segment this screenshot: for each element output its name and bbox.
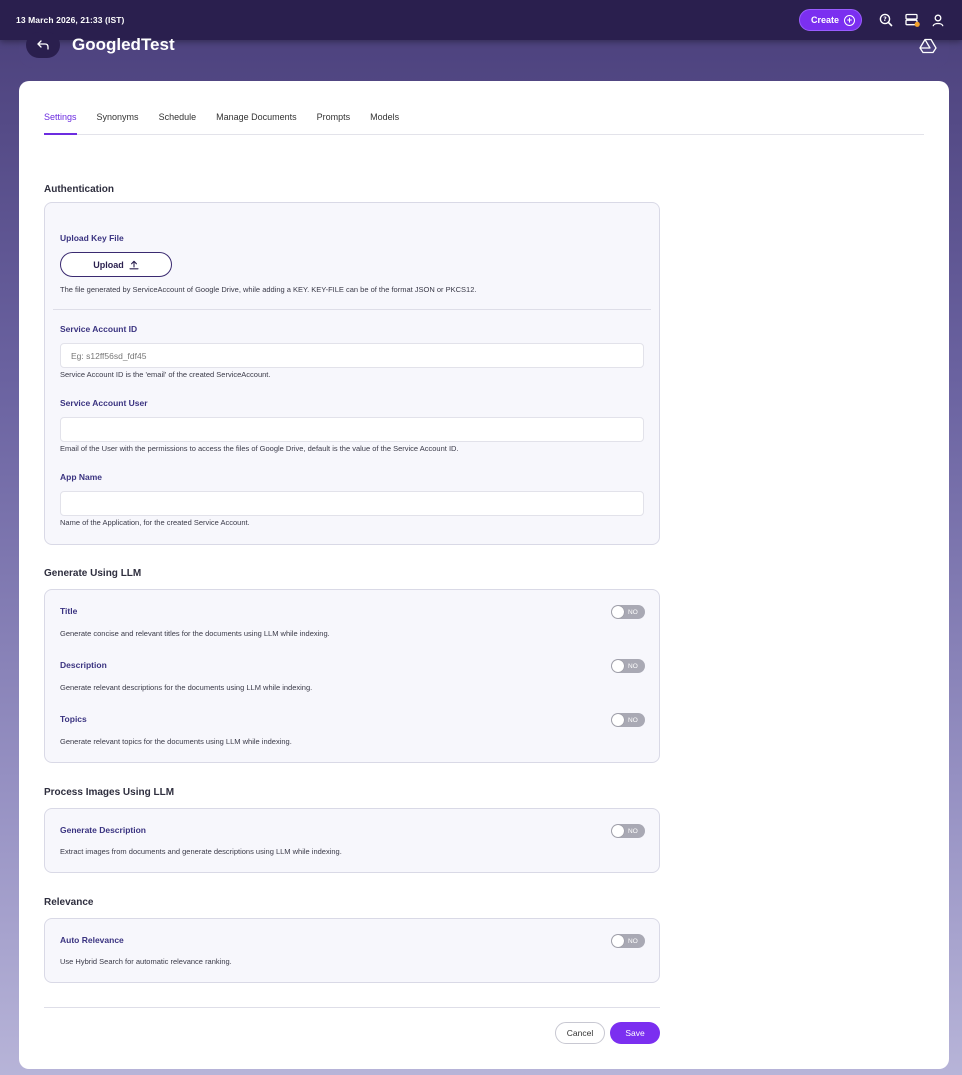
storage-icon[interactable] (900, 8, 924, 32)
authentication-title: Authentication (44, 184, 114, 195)
footer-divider (44, 1007, 660, 1008)
authentication-box: Upload Key File Upload The file generate… (44, 202, 660, 545)
svg-text:?: ? (883, 16, 887, 23)
auto-relevance-toggle[interactable]: NO (611, 934, 645, 948)
upload-button[interactable]: Upload (60, 252, 172, 277)
create-button[interactable]: Create + (798, 9, 862, 31)
upload-icon (129, 260, 139, 269)
create-label: Create (810, 15, 839, 25)
toggle-text: NO (628, 608, 638, 616)
topics-toggle-help: Generate relevant topics for the documen… (60, 737, 292, 746)
process-images-title: Process Images Using LLM (44, 787, 175, 798)
description-toggle-help: Generate relevant descriptions for the d… (60, 683, 313, 692)
auto-relevance-help: Use Hybrid Search for automatic relevanc… (60, 957, 232, 966)
app-name-input[interactable] (60, 491, 644, 516)
service-account-id-label: Service Account ID (60, 324, 138, 334)
service-account-user-label: Service Account User (60, 398, 148, 408)
plus-circle-icon: + (844, 14, 855, 26)
title-toggle-label: Title (60, 606, 78, 616)
toggle-knob (612, 935, 624, 947)
upload-key-file-label: Upload Key File (60, 233, 124, 243)
generate-llm-box: Title NO Generate concise and relevant t… (44, 589, 660, 763)
topics-toggle-label: Topics (60, 714, 87, 724)
process-images-box: Generate Description NO Extract images f… (44, 808, 660, 873)
auth-divider (53, 309, 651, 310)
title-toggle-help: Generate concise and relevant titles for… (60, 629, 330, 638)
toggle-text: NO (628, 716, 638, 724)
page-title: GoogledTest (72, 35, 175, 54)
tab-bar: Settings Synonyms Schedule Manage Docume… (44, 112, 924, 135)
user-icon[interactable] (926, 8, 950, 32)
toggle-knob (612, 714, 624, 726)
save-button[interactable]: Save (610, 1022, 660, 1044)
tab-manage-documents[interactable]: Manage Documents (216, 112, 297, 135)
description-toggle-label: Description (60, 660, 107, 670)
topics-toggle[interactable]: NO (611, 713, 645, 727)
back-arrow-icon (37, 40, 49, 50)
toggle-text: NO (628, 662, 638, 670)
tab-prompts[interactable]: Prompts (317, 112, 351, 135)
title-toggle[interactable]: NO (611, 605, 645, 619)
generate-llm-title: Generate Using LLM (44, 568, 142, 579)
service-account-id-help: Service Account ID is the 'email' of the… (60, 370, 271, 379)
help-icon[interactable]: ? (874, 8, 898, 32)
back-button[interactable] (26, 32, 60, 58)
generate-description-help: Extract images from documents and genera… (60, 847, 342, 856)
generate-description-label: Generate Description (60, 825, 146, 835)
toggle-text: NO (628, 937, 638, 945)
tab-synonyms[interactable]: Synonyms (97, 112, 139, 135)
relevance-title: Relevance (44, 897, 94, 908)
datetime: 13 March 2026, 21:33 (IST) (16, 15, 125, 25)
upload-help: The file generated by ServiceAccount of … (60, 285, 477, 294)
tab-settings[interactable]: Settings (44, 112, 77, 135)
generate-description-toggle[interactable]: NO (611, 824, 645, 838)
description-toggle[interactable]: NO (611, 659, 645, 673)
toggle-knob (612, 606, 624, 618)
service-account-id-input[interactable]: Eg: s12ff56sd_fdf45 (60, 343, 644, 368)
relevance-box: Auto Relevance NO Use Hybrid Search for … (44, 918, 660, 983)
service-account-id-placeholder: Eg: s12ff56sd_fdf45 (71, 350, 147, 361)
google-drive-icon (919, 38, 937, 59)
settings-card: Settings Synonyms Schedule Manage Docume… (19, 81, 949, 1069)
top-bar: 13 March 2026, 21:33 (IST) Create + ? (0, 0, 962, 40)
app-name-help: Name of the Application, for the created… (60, 518, 250, 527)
toggle-text: NO (628, 827, 638, 835)
auto-relevance-label: Auto Relevance (60, 935, 124, 945)
service-account-user-help: Email of the User with the permissions t… (60, 444, 459, 453)
toggle-knob (612, 825, 624, 837)
cancel-button[interactable]: Cancel (555, 1022, 605, 1044)
tab-models[interactable]: Models (370, 112, 399, 135)
upload-button-label: Upload (93, 259, 124, 270)
tab-schedule[interactable]: Schedule (159, 112, 197, 135)
app-name-label: App Name (60, 472, 103, 482)
service-account-user-input[interactable] (60, 417, 644, 442)
toggle-knob (612, 660, 624, 672)
